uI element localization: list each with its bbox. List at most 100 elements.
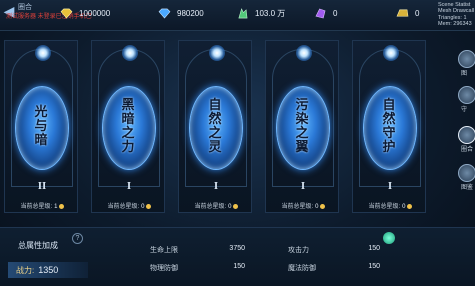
sidebar-label: 图 (461, 71, 468, 77)
sidebar-item-2[interactable] (458, 86, 475, 104)
card-tier: I (126, 180, 132, 192)
card-name-char: 自 (382, 98, 396, 113)
combat-power: 战力: 1350 (8, 262, 88, 278)
blue-gem-value: 980200 (177, 9, 204, 18)
card-name-char: 染 (295, 112, 309, 127)
card-star-level: 当前总星级: 1 (7, 201, 77, 210)
stat-value: 3750 (229, 245, 245, 252)
sidebar-item-active[interactable] (458, 126, 475, 144)
card-name-char: 黑 (121, 98, 135, 113)
star-level-value: 1 (54, 204, 58, 210)
glow-star-icon (209, 45, 225, 61)
stat-label: 物理防御 (150, 265, 178, 272)
card-nature-spirit[interactable]: 自 然 之 灵 I 当前总星级: 0 (178, 40, 252, 213)
card-name-char: 翼 (295, 140, 309, 155)
total-attribute-label: 总属性加成 (18, 241, 58, 250)
star-icon (319, 203, 325, 209)
card-name: 光 与 暗 (15, 91, 67, 163)
purple-crystal-value: 0 (333, 9, 338, 18)
diamond-value: 1000000 (79, 9, 111, 18)
green-crystal-value: 103.0 万 (255, 9, 286, 18)
star-icon (232, 203, 238, 209)
star-level-value: 0 (141, 204, 145, 210)
blue-gem-icon (158, 8, 171, 19)
resource-purple-crystal[interactable]: 0 (314, 8, 337, 19)
power-value: 1350 (38, 265, 59, 275)
power-label: 战力: (16, 265, 35, 275)
card-name-char: 然 (208, 112, 222, 127)
sidebar-item-1[interactable] (458, 50, 475, 68)
star-level-label: 当前总星级: (194, 204, 227, 210)
green-crystal-icon (238, 8, 248, 19)
glow-star-icon (296, 45, 312, 61)
card-name: 黑 暗 之 力 (102, 91, 154, 163)
card-name-char: 然 (382, 112, 396, 127)
resource-diamond[interactable]: 1000000 (60, 8, 110, 19)
stat-value: 150 (368, 245, 380, 252)
card-name: 自 然 守 护 (363, 91, 415, 163)
star-level-label: 当前总星级: (368, 204, 401, 210)
glow-star-icon (122, 45, 138, 61)
sidebar-item-4[interactable] (458, 164, 475, 182)
gold-ingot-value: 0 (415, 9, 420, 18)
star-level-label: 当前总星级: (107, 204, 140, 210)
card-star-level: 当前总星级: 0 (355, 201, 425, 210)
star-icon (406, 203, 412, 209)
sidebar-label: 守 (461, 107, 468, 113)
resource-gold-ingot[interactable]: 0 (396, 8, 419, 19)
stat-label: 攻击力 (288, 247, 309, 254)
card-nature-guard[interactable]: 自 然 守 护 I 当前总星级: 0 (352, 40, 426, 213)
attribute-panel: 总属性加成 ? 战力: 1350 生命上限 3750 攻击力 150 物理防御 … (0, 227, 475, 286)
star-level-value: 0 (228, 204, 232, 210)
star-icon (58, 203, 64, 209)
card-star-level: 当前总星级: 0 (181, 201, 251, 210)
card-name-char: 灵 (208, 140, 222, 155)
card-polluted-wing[interactable]: 污 染 之 翼 I 当前总星级: 0 (265, 40, 339, 213)
purple-crystal-icon (315, 8, 326, 19)
card-name-char: 暗 (34, 133, 48, 148)
star-icon (145, 203, 151, 209)
card-star-level: 当前总星级: 0 (268, 201, 338, 210)
stat-label: 魔法防御 (288, 265, 316, 272)
stat-value: 150 (368, 263, 380, 270)
resource-green-crystal[interactable]: 103.0 万 (236, 8, 285, 19)
card-name: 自 然 之 灵 (189, 91, 241, 163)
resource-blue-gem[interactable]: 980200 (158, 8, 204, 19)
card-name-char: 之 (208, 126, 222, 141)
card-name-char: 护 (382, 140, 396, 155)
star-level-value: 0 (315, 204, 319, 210)
star-level-label: 当前总星级: (281, 204, 314, 210)
card-tier: I (387, 180, 393, 192)
card-name-char: 力 (121, 140, 135, 155)
card-name-char: 自 (208, 98, 222, 113)
card-name-char: 光 (34, 105, 48, 120)
card-name-char: 之 (295, 126, 309, 141)
card-name-char: 与 (34, 119, 48, 134)
sidebar-label: 图鉴 (461, 185, 474, 191)
card-tier: I (213, 180, 219, 192)
stat-label: 生命上限 (150, 247, 178, 254)
card-name-char: 之 (121, 126, 135, 141)
debug-stats: Scene Statist Mesh Drawcall Triangles: 1… (438, 2, 475, 28)
help-icon[interactable]: ? (72, 233, 83, 244)
gold-ingot-icon (396, 9, 409, 17)
glow-star-icon (35, 45, 51, 61)
star-level-label: 当前总星级: (20, 204, 53, 210)
top-bar: ◀ 圈合 测试服务器 未登录已注销手机已 1000000 980200 103.… (0, 0, 475, 31)
card-name-char: 暗 (121, 112, 135, 127)
stat-value: 150 (233, 263, 245, 270)
card-name: 污 染 之 翼 (276, 91, 328, 163)
card-dark-power[interactable]: 黑 暗 之 力 I 当前总星级: 0 (91, 40, 165, 213)
diamond-icon (60, 8, 73, 19)
glow-star-icon (383, 45, 399, 61)
card-star-level: 当前总星级: 0 (94, 201, 164, 210)
card-name-char: 污 (295, 98, 309, 113)
potion-icon[interactable] (383, 232, 395, 244)
card-tier: I (300, 180, 306, 192)
right-sidebar: 图 守 圈合 图鉴 (455, 30, 475, 260)
card-name-char: 守 (382, 126, 396, 141)
card-tier: II (37, 180, 47, 192)
sidebar-label: 圈合 (461, 147, 474, 153)
star-level-value: 0 (402, 204, 406, 210)
card-light-and-dark[interactable]: 光 与 暗 II 当前总星级: 1 (4, 40, 78, 213)
